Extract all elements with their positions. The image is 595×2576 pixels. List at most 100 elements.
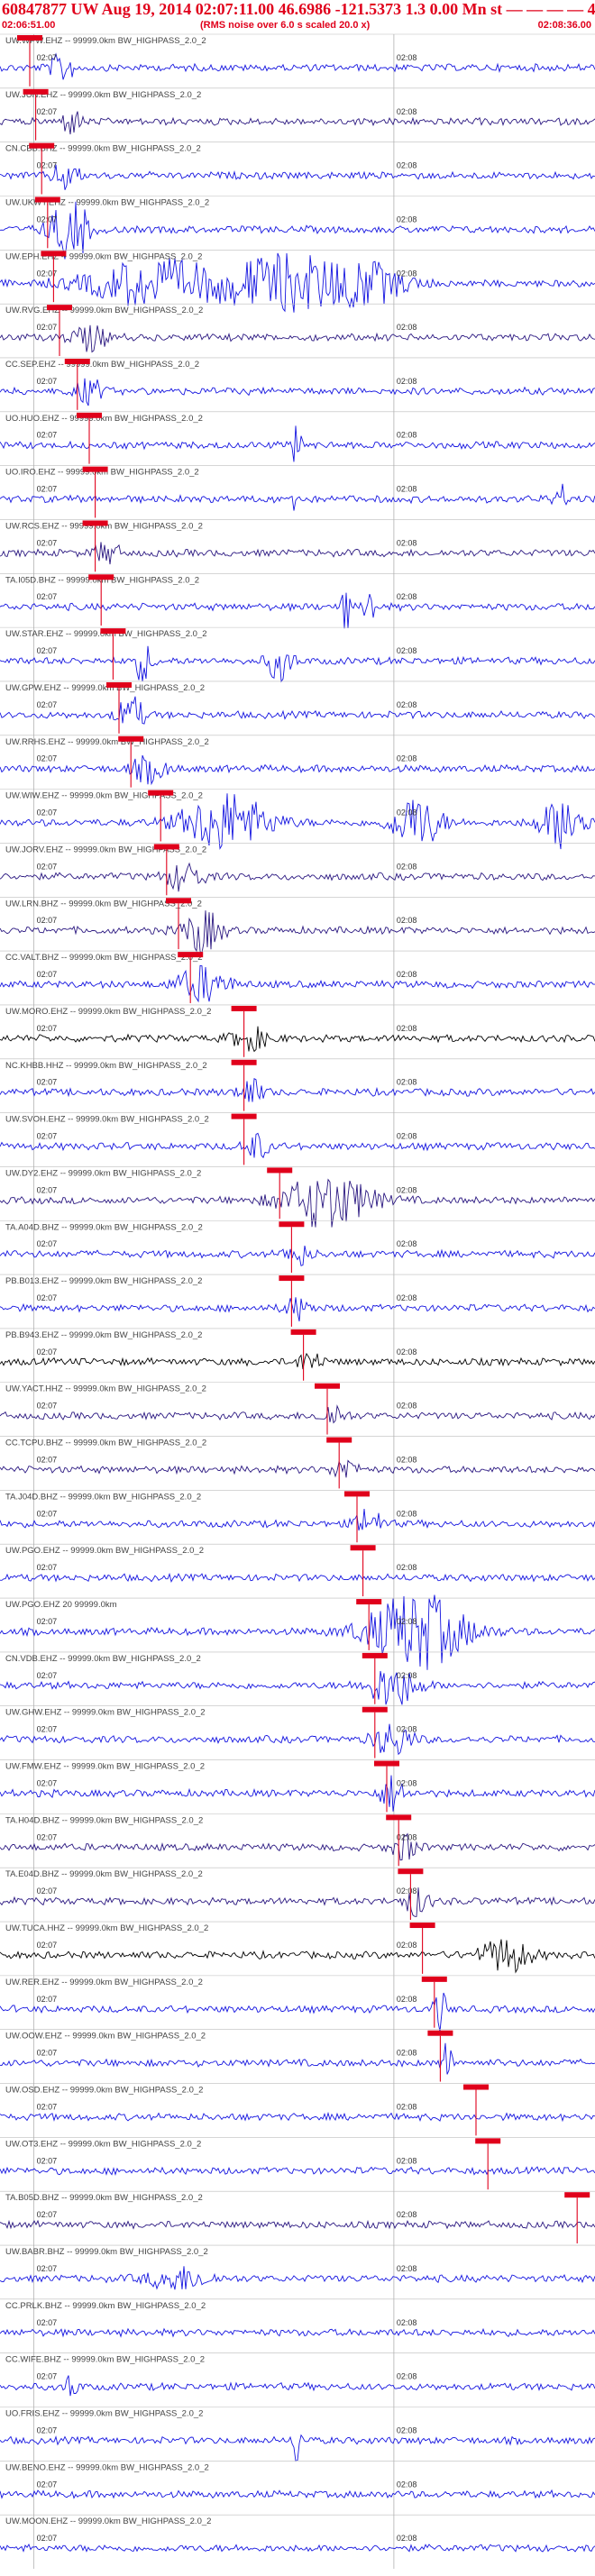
pick-flag: [475, 2138, 501, 2144]
trace-row: UW.UKWY.EHZ -- 99999.0km BW_HIGHPASS_2.0…: [0, 196, 595, 260]
trace-row: UW.WPW.EHZ -- 99999.0km BW_HIGHPASS_2.0_…: [0, 33, 595, 88]
trace-row: CN.CBB.BHZ -- 99999.0km BW_HIGHPASS_2.0_…: [0, 142, 595, 196]
tick-label: 02:08: [397, 107, 417, 116]
tick-label: 02:08: [397, 53, 417, 62]
tick-label: 02:07: [37, 107, 58, 116]
tick-label: 02:07: [37, 2534, 58, 2543]
trace-row: UW.RVG.EHZ -- 99999.0km BW_HIGHPASS_2.0_…: [0, 303, 595, 358]
pick-flag: [315, 1383, 340, 1389]
tick-label: 02:07: [37, 377, 58, 386]
tick-label: 02:07: [37, 1995, 58, 2004]
tick-label: 02:08: [397, 700, 417, 709]
waveform: [0, 483, 595, 511]
trace-row: UW.WIW.EHZ -- 99999.0km BW_HIGHPASS_2.0_…: [0, 789, 595, 850]
pick-flag: [427, 2030, 453, 2036]
tick-label: 02:08: [397, 2264, 417, 2273]
tick-label: 02:07: [37, 2210, 58, 2219]
tick-label: 02:08: [397, 1239, 417, 1248]
tick-label: 02:08: [397, 1725, 417, 1734]
trace-row: UW.SVOH.EHZ -- 99999.0km BW_HIGHPASS_2.0…: [0, 1112, 595, 1167]
waveform: [0, 1132, 595, 1159]
station-label: UW.TUCA.HHZ -- 99999.0km BW_HIGHPASS_2.0…: [5, 1923, 208, 1933]
trace-row: CC.TCPU.BHZ -- 99999.0km BW_HIGHPASS_2.0…: [0, 1436, 595, 1491]
trace-row: TA.J04D.BHZ -- 99999.0km BW_HIGHPASS_2.0…: [0, 1490, 595, 1545]
tick-label: 02:07: [37, 2049, 58, 2058]
tick-label: 02:08: [397, 646, 417, 655]
trace-row: CN.VDB.EHZ -- 99999.0km BW_HIGHPASS_2.0_…: [0, 1651, 595, 1706]
trace-row: UO.HUO.EHZ -- 99999.0km BW_HIGHPASS_2.0_…: [0, 411, 595, 466]
pick-flag: [356, 1599, 382, 1605]
waveform: [0, 1832, 595, 1861]
pick-flag: [326, 1437, 352, 1443]
station-label: UW.PGO.EHZ 20 99999.0km: [5, 1600, 117, 1610]
waveform: [0, 2266, 595, 2290]
trace-row: CC.SEP.EHZ -- 99999.0km BW_HIGHPASS_2.0_…: [0, 357, 595, 412]
tick-label: 02:08: [397, 1941, 417, 1950]
pick-flag: [564, 2192, 590, 2198]
waveform: [0, 1404, 595, 1424]
tick-label: 02:08: [397, 2049, 417, 2058]
station-label: UW.EPH.EHZ -- 99999.0km BW_HIGHPASS_2.0_…: [5, 251, 202, 261]
waveform: [0, 964, 595, 1003]
tick-label: 02:08: [397, 592, 417, 601]
trace-row: UW.PGO.EHZ -- 99999.0km BW_HIGHPASS_2.0_…: [0, 1543, 595, 1599]
tick-label: 02:08: [397, 538, 417, 547]
station-label: TA.B05D.BHZ -- 99999.0km BW_HIGHPASS_2.0…: [5, 2193, 203, 2203]
pick-flag: [267, 1167, 293, 1174]
tick-label: 02:07: [37, 754, 58, 763]
tick-label: 02:08: [397, 2372, 417, 2381]
tick-label: 02:07: [37, 1617, 58, 1626]
pick-flag: [106, 681, 132, 688]
tick-label: 02:07: [37, 1132, 58, 1141]
pick-flag: [350, 1545, 376, 1551]
waveform: [0, 1572, 595, 1584]
waveform: [0, 1992, 595, 2032]
tick-label: 02:07: [37, 808, 58, 818]
pick-flag: [362, 1706, 388, 1713]
trace-row: TA.I05D.BHZ -- 99999.0km BW_HIGHPASS_2.0…: [0, 572, 595, 629]
station-label: UW.BABR.BHZ -- 99999.0km BW_HIGHPASS_2.0…: [5, 2247, 208, 2257]
trace-row: UW.FMW.EHZ -- 99999.0km BW_HIGHPASS_2.0_…: [0, 1759, 595, 1814]
trace-row: CC.PRLK.BHZ -- 99999.0km BW_HIGHPASS_2.0…: [0, 2298, 595, 2353]
tick-label: 02:08: [397, 754, 417, 763]
trace-row: UW.JORV.EHZ -- 99999.0km BW_HIGHPASS_2.0…: [0, 843, 595, 898]
trace-row: UW.BABR.BHZ -- 99999.0km BW_HIGHPASS_2.0…: [0, 2244, 595, 2299]
pick-flag: [166, 898, 191, 904]
station-label: PB.B943.EHZ -- 99999.0km BW_HIGHPASS_2.0…: [5, 1330, 202, 1340]
pick-flag: [41, 251, 67, 257]
waveform: [0, 754, 595, 786]
trace-row: UW.GHW.EHZ -- 99999.0km BW_HIGHPASS_2.0_…: [0, 1705, 595, 1760]
tick-label: 02:08: [397, 377, 417, 386]
tick-label: 02:08: [397, 1563, 417, 1572]
trace-row: UW.BENO.EHZ -- 99999.0km BW_HIGHPASS_2.0…: [0, 2461, 595, 2516]
tick-label: 02:08: [397, 1132, 417, 1141]
waveform: [0, 1178, 595, 1228]
tick-label: 02:07: [37, 862, 58, 871]
pick-flag: [88, 574, 114, 580]
tick-label: 02:07: [37, 1456, 58, 1465]
tick-label: 02:07: [37, 2264, 58, 2273]
trace-row: CC.VALT.BHZ -- 99999.0km BW_HIGHPASS_2.0…: [0, 950, 595, 1005]
tick-label: 02:08: [397, 2156, 417, 2165]
tick-label: 02:08: [397, 1671, 417, 1680]
pick-flag: [344, 1491, 370, 1497]
pick-flag: [374, 1760, 399, 1767]
station-label: TA.E04D.BHZ -- 99999.0km BW_HIGHPASS_2.0…: [5, 1869, 203, 1879]
waveform: [0, 1508, 595, 1531]
trace-row: UW.OOW.EHZ -- 99999.0km BW_HIGHPASS_2.0_…: [0, 2029, 595, 2084]
tick-label: 02:07: [37, 916, 58, 925]
tick-label: 02:08: [397, 161, 417, 170]
trace-row: PB.B013.EHZ -- 99999.0km BW_HIGHPASS_2.0…: [0, 1274, 595, 1329]
station-label: UW.OOW.EHZ -- 99999.0km BW_HIGHPASS_2.0_…: [5, 2032, 206, 2042]
station-label: UO.FRIS.EHZ -- 99999.0km BW_HIGHPASS_2.0…: [5, 2409, 203, 2419]
pick-flag: [386, 1814, 412, 1821]
trace-row: TA.A04D.BHZ -- 99999.0km BW_HIGHPASS_2.0…: [0, 1219, 595, 1275]
station-label: UW.SVOH.EHZ -- 99999.0km BW_HIGHPASS_2.0…: [5, 1115, 209, 1125]
waveform: [0, 1297, 595, 1322]
tick-label: 02:08: [397, 1995, 417, 2004]
waveform: [0, 2327, 595, 2338]
tick-label: 02:07: [37, 2156, 58, 2165]
trace-row: UW.LRN.BHZ -- 99999.0km BW_HIGHPASS_2.0_…: [0, 896, 595, 954]
station-label: UO.HUO.EHZ -- 99999.0km BW_HIGHPASS_2.0_…: [5, 414, 203, 424]
tick-label: 02:07: [37, 1347, 58, 1357]
